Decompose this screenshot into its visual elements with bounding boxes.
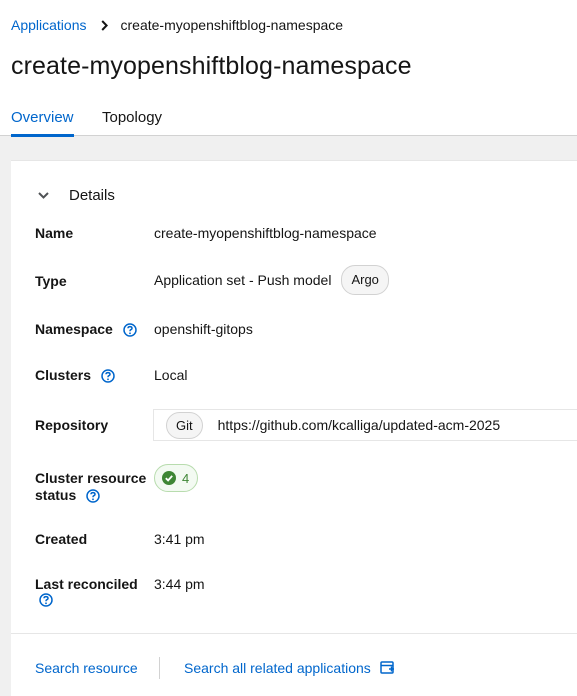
created-value: 3:41 pm (154, 531, 205, 547)
chevron-right-icon (100, 19, 108, 31)
git-badge: Git (166, 411, 203, 439)
chevron-down-icon (37, 192, 49, 199)
name-label: Name (35, 225, 74, 241)
created-label: Created (35, 531, 88, 547)
namespace-value: openshift-gitops (154, 321, 253, 337)
details-section-title: Details (69, 187, 115, 204)
search-related-applications-label: Search all related applications (184, 660, 371, 676)
cluster-resource-status-label-group: status (35, 486, 100, 504)
question-circle-icon[interactable] (39, 593, 53, 607)
name-value: create-myopenshiftblog-namespace (154, 225, 377, 241)
check-circle-icon (162, 471, 176, 485)
clusters-value: Local (154, 367, 188, 383)
cluster-status-count: 4 (182, 470, 190, 486)
namespace-label-group: Namespace (35, 320, 137, 338)
divider (159, 657, 160, 679)
divider (11, 633, 577, 634)
page-header: Applications create-myopenshiftblog-name… (0, 0, 577, 137)
type-value: Application set - Push model (154, 272, 332, 288)
question-circle-icon[interactable] (101, 369, 115, 384)
question-circle-icon[interactable] (122, 323, 137, 338)
repository-url[interactable]: https://github.com/kcalliga/updated-acm-… (218, 417, 501, 433)
search-resource-link[interactable]: Search resource (35, 660, 138, 676)
cluster-resource-status-label-line1: Cluster resource (35, 470, 147, 486)
tab-topology[interactable]: Topology (102, 109, 162, 126)
clusters-label-group: Clusters (35, 366, 115, 384)
type-value-group: Application set - Push model Argo (154, 265, 389, 295)
clusters-label: Clusters (35, 367, 92, 383)
repository-label: Repository (35, 417, 109, 433)
breadcrumb: Applications create-myopenshiftblog-name… (11, 17, 343, 33)
repository-field: Git https://github.com/kcalliga/updated-… (153, 409, 577, 441)
tab-overview[interactable]: Overview (11, 109, 74, 137)
argo-badge: Argo (341, 265, 389, 295)
namespace-label: Namespace (35, 321, 113, 337)
last-reconciled-value: 3:44 pm (154, 576, 205, 592)
breadcrumb-current: create-myopenshiftblog-namespace (120, 17, 344, 33)
external-search-icon (380, 661, 395, 675)
tab-bar: Overview Topology (0, 104, 577, 137)
cluster-status-badge[interactable]: 4 (154, 464, 199, 492)
last-reconciled-label: Last reconciled (35, 576, 138, 592)
details-card: Details Name create-myopenshiftblog-name… (11, 160, 577, 696)
search-related-applications-link[interactable]: Search all related applications (184, 660, 395, 676)
cluster-resource-status-label-line2: status (35, 487, 77, 503)
breadcrumb-applications-link[interactable]: Applications (11, 17, 87, 33)
details-toggle[interactable]: Details (37, 187, 115, 204)
page-title: create-myopenshiftblog-namespace (11, 52, 412, 80)
type-label: Type (35, 273, 67, 289)
question-circle-icon[interactable] (86, 489, 100, 504)
